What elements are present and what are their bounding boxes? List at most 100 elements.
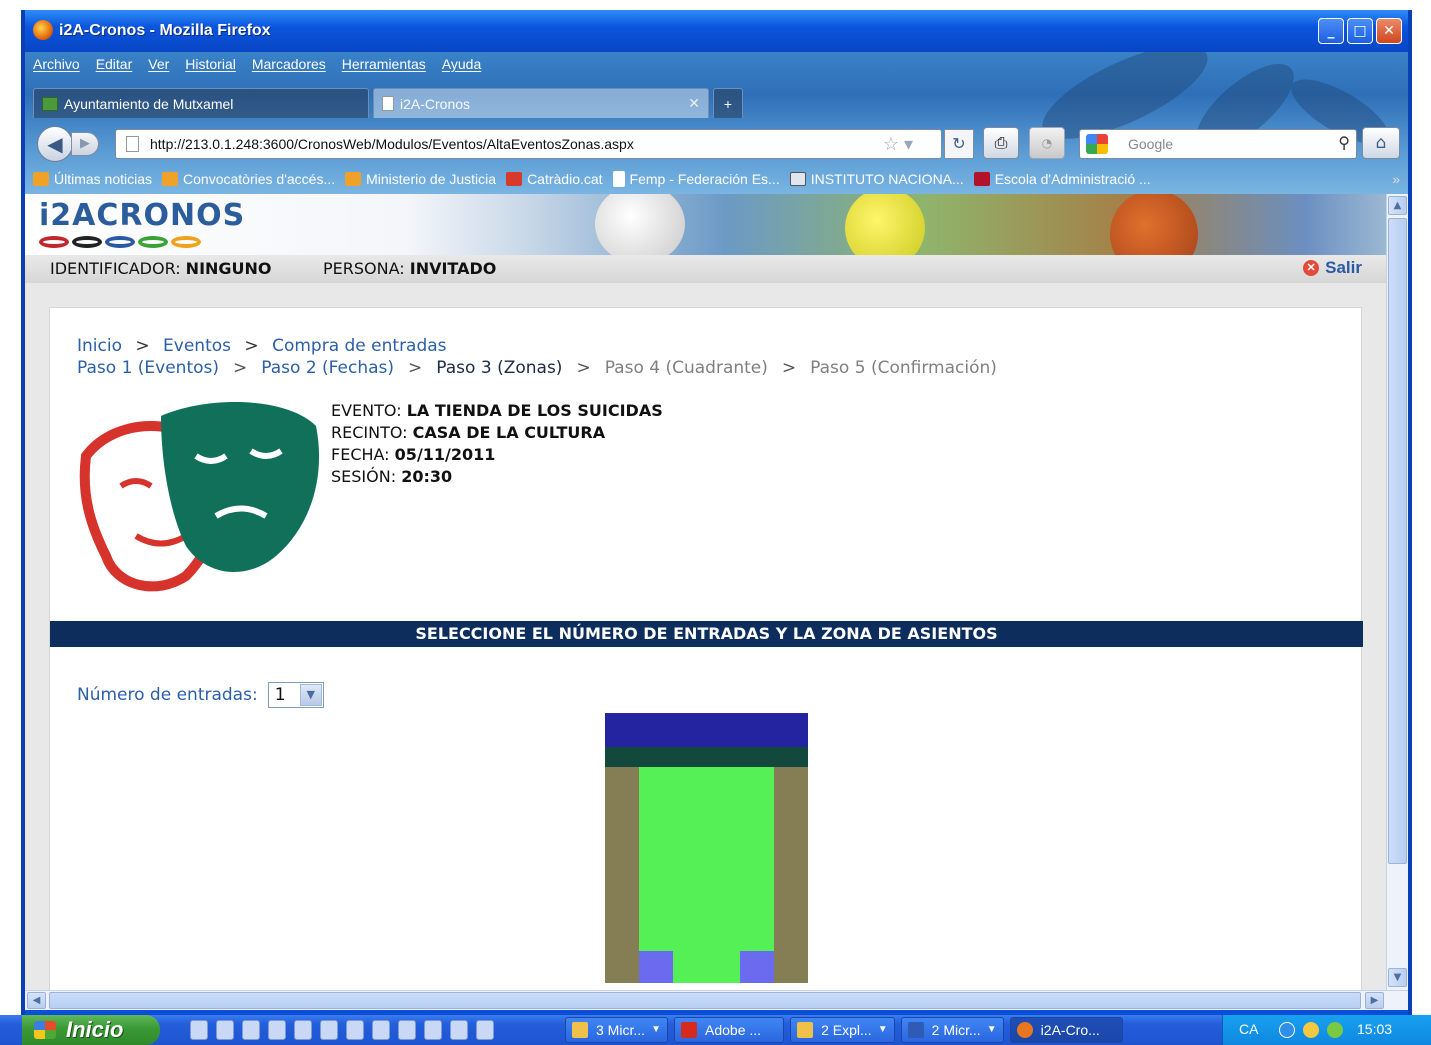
quicklaunch-app-icon[interactable]	[216, 1020, 234, 1040]
scroll-right-icon[interactable]: ▶	[1365, 992, 1384, 1009]
word-icon	[907, 1022, 924, 1038]
menu-marcadores[interactable]: Marcadores	[252, 56, 326, 72]
seat-zone-front[interactable]	[605, 747, 808, 767]
salir-link[interactable]: ✕ Salir	[1303, 258, 1362, 278]
step-separator: >	[408, 358, 423, 378]
task-micro-2[interactable]: 2 Micr... ▼	[900, 1017, 1004, 1043]
task-adobe[interactable]: Adobe ...	[674, 1017, 785, 1043]
quicklaunch-app-icon[interactable]	[476, 1020, 494, 1040]
bookmark-catradio[interactable]: Catràdio.cat	[506, 171, 603, 187]
chevron-down-icon: ▼	[877, 1024, 888, 1035]
task-label: 3 Micr...	[596, 1022, 646, 1038]
user-info-bar: IDENTIFICADOR: NINGUNO PERSONA: INVITADO…	[25, 255, 1386, 283]
start-button[interactable]: Inicio	[22, 1015, 160, 1045]
close-button[interactable]: ✕	[1376, 18, 1402, 44]
quicklaunch-app-icon[interactable]	[242, 1020, 260, 1040]
seat-zone-box-right[interactable]	[740, 951, 774, 983]
scroll-thumb[interactable]	[1388, 218, 1407, 864]
bookmarks-overflow-chevron-icon[interactable]: »	[1392, 171, 1400, 187]
quicklaunch-app-icon[interactable]	[346, 1020, 364, 1040]
tray-arrow-icon[interactable]	[1279, 1022, 1295, 1038]
task-explorer[interactable]: 2 Expl... ▼	[790, 1017, 895, 1043]
quicklaunch-app-icon[interactable]	[320, 1020, 338, 1040]
page-viewport: i2ACRONOS IDENTIFICADOR: NINGUNO PERSONA…	[25, 194, 1386, 990]
breadcrumb-compra[interactable]: Compra de entradas	[272, 336, 446, 356]
step-4-disabled: Paso 4 (Cuadrante)	[604, 358, 768, 378]
bookmark-femp[interactable]: Femp - Federación Es...	[612, 171, 780, 187]
menu-bar: Archivo Editar Ver Historial Marcadores …	[33, 56, 481, 72]
breadcrumb-inicio[interactable]: Inicio	[77, 336, 122, 356]
seat-zone-box-left[interactable]	[639, 951, 673, 983]
persona-value: INVITADO	[409, 259, 497, 278]
search-bar[interactable]: Google ⚲	[1079, 129, 1357, 159]
task-i2a-cronos[interactable]: i2A-Cro...	[1009, 1017, 1123, 1043]
menu-archivo[interactable]: Archivo	[33, 56, 80, 72]
url-bar[interactable]: http://213.0.1.248:3600/CronosWeb/Modulo…	[115, 129, 942, 159]
ring-shape	[39, 236, 69, 248]
quicklaunch-app-icon[interactable]	[268, 1020, 286, 1040]
bookmark-star-icon[interactable]: ☆ ▾	[883, 130, 913, 158]
quicklaunch-app-icon[interactable]	[424, 1020, 442, 1040]
menu-historial[interactable]: Historial	[185, 56, 236, 72]
identificador-field: IDENTIFICADOR: NINGUNO	[50, 259, 272, 278]
chevron-down-icon[interactable]: ▼	[299, 684, 322, 706]
menu-ver[interactable]: Ver	[148, 56, 169, 72]
windows-logo-icon	[34, 1021, 56, 1039]
bookmark-instituto-nacional[interactable]: INSTITUTO NACIONA...	[789, 171, 964, 187]
bookmark-ultimas-noticias[interactable]: Últimas noticias	[33, 171, 152, 187]
seat-zone-main[interactable]	[639, 767, 774, 983]
breadcrumb-eventos[interactable]: Eventos	[163, 336, 231, 356]
bookmark-escola-administracio[interactable]: Escola d'Administració ...	[973, 171, 1151, 187]
reload-button[interactable]: ↻	[944, 129, 974, 159]
scroll-down-icon[interactable]: ▼	[1388, 968, 1407, 987]
scroll-thumb[interactable]	[49, 992, 1361, 1009]
language-indicator[interactable]: CA	[1239, 1021, 1258, 1037]
tray-network-icon[interactable]	[1327, 1022, 1343, 1038]
close-tab-icon[interactable]: ✕	[688, 95, 700, 112]
back-button[interactable]: ◀	[37, 126, 73, 162]
seat-zone-stage[interactable]	[605, 713, 808, 747]
quicklaunch-app-icon[interactable]	[294, 1020, 312, 1040]
vertical-scrollbar[interactable]: ▲ ▼	[1386, 194, 1408, 990]
step-2-link[interactable]: Paso 2 (Fechas)	[261, 358, 394, 378]
fecha-label: FECHA:	[331, 445, 390, 464]
seat-zone-left[interactable]	[605, 767, 639, 983]
quicklaunch-app-icon[interactable]	[372, 1020, 390, 1040]
tab-i2a-cronos[interactable]: i2A-Cronos ✕	[373, 88, 709, 118]
tray-clock-app-icon[interactable]	[1303, 1022, 1319, 1038]
scroll-up-icon[interactable]: ▲	[1388, 196, 1407, 215]
seat-map	[605, 713, 808, 983]
maximize-button[interactable]: □	[1347, 18, 1373, 44]
forward-button[interactable]: ▶	[71, 132, 99, 156]
breadcrumb-separator: >	[244, 336, 259, 356]
folder-icon	[797, 1022, 814, 1038]
quicklaunch-app-icon[interactable]	[190, 1020, 208, 1040]
home-button[interactable]: ⌂	[1362, 127, 1400, 159]
new-tab-button[interactable]: +	[713, 88, 743, 118]
task-micro-1[interactable]: 3 Micr... ▼	[565, 1017, 669, 1043]
tab-ayuntamiento[interactable]: Ayuntamiento de Mutxamel	[33, 88, 369, 118]
feed-button[interactable]: ◔	[1029, 127, 1065, 159]
identificador-label: IDENTIFICADOR:	[50, 259, 181, 278]
scroll-left-icon[interactable]: ◀	[27, 992, 46, 1009]
menu-editar[interactable]: Editar	[96, 56, 133, 72]
task-buttons: 3 Micr... ▼ Adobe ... 2 Expl... ▼ 2 Micr..…	[565, 1017, 1123, 1043]
minimize-button[interactable]: _	[1318, 18, 1344, 44]
menu-ayuda[interactable]: Ayuda	[442, 56, 481, 72]
menu-herramientas[interactable]: Herramientas	[342, 56, 426, 72]
bookmark-convocatories[interactable]: Convocatòries d'accés...	[162, 171, 335, 187]
title-bar: i2A-Cronos - Mozilla Firefox _ □ ✕	[25, 10, 1408, 52]
firefox-icon	[33, 20, 53, 40]
quicklaunch-app-icon[interactable]	[450, 1020, 468, 1040]
logo-rings	[39, 236, 201, 248]
theater-masks-icon	[79, 402, 320, 592]
seat-zone-right[interactable]	[774, 767, 808, 983]
bookmark-ministerio-justicia[interactable]: Ministerio de Justicia	[345, 171, 496, 187]
ring-shape	[72, 236, 102, 248]
step-1-link[interactable]: Paso 1 (Eventos)	[77, 358, 219, 378]
quicklaunch-app-icon[interactable]	[398, 1020, 416, 1040]
search-icon[interactable]: ⚲	[1338, 130, 1350, 158]
print-button[interactable]: ⎙	[983, 127, 1019, 159]
horizontal-scrollbar[interactable]: ◀ ▶	[25, 990, 1408, 1010]
ticket-count-select[interactable]: 1 ▼	[267, 682, 324, 708]
